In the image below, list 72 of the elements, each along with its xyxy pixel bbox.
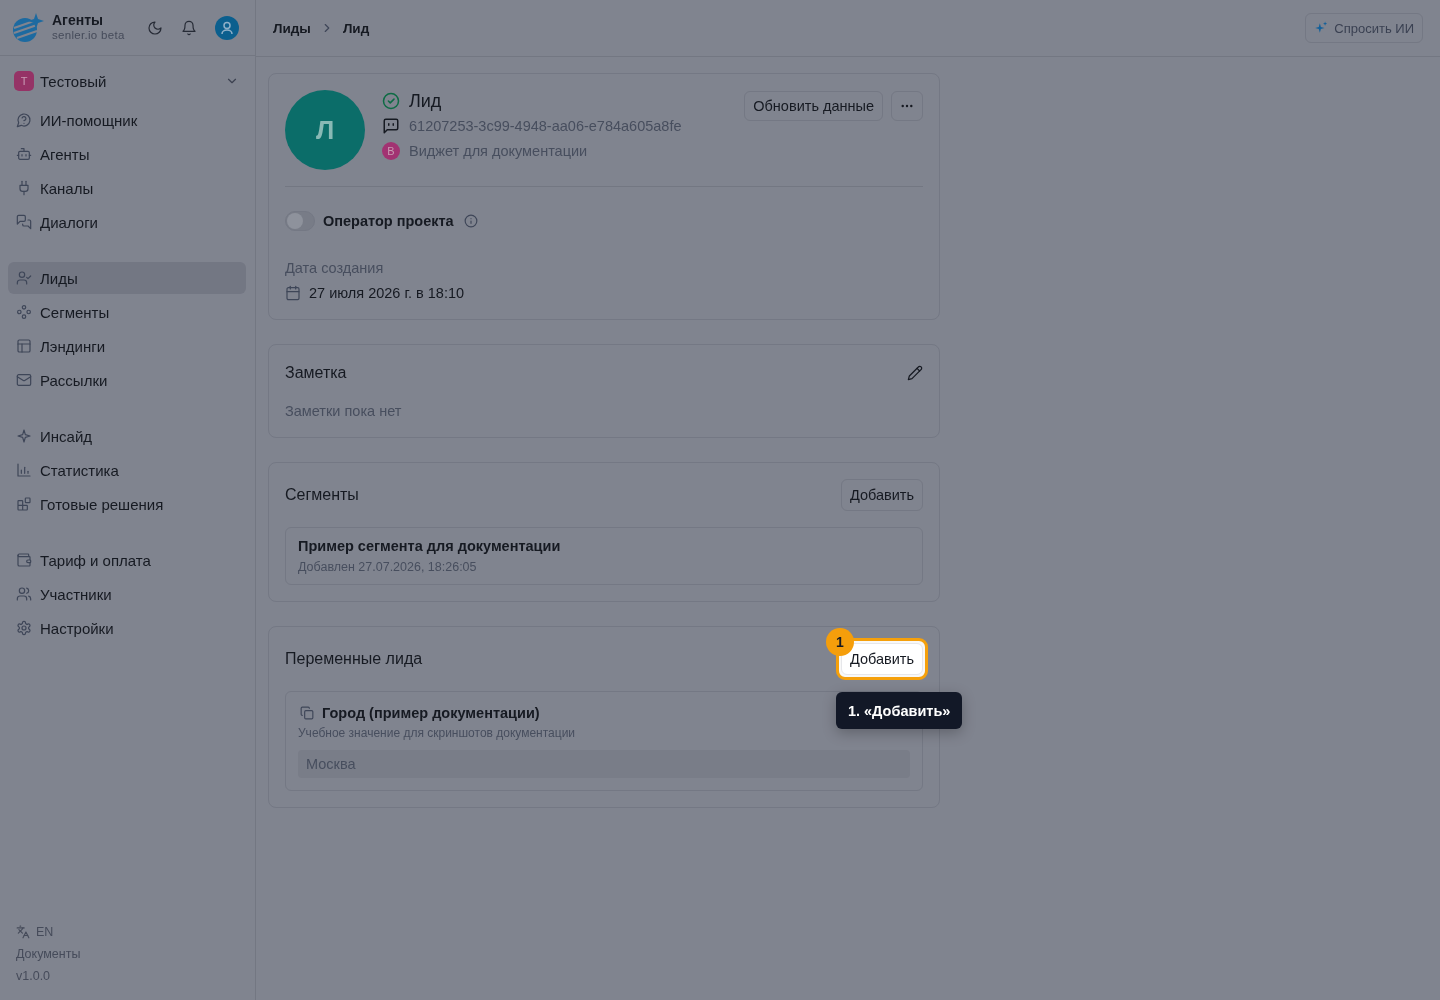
docs-link[interactable]: Документы — [16, 945, 81, 963]
nav-item[interactable]: Лэндинги — [8, 330, 246, 362]
created-date: 27 июля 2026 г. в 18:10 — [309, 284, 465, 303]
sparkle-icon — [16, 428, 32, 444]
card-title: Сегменты — [285, 486, 359, 504]
version-label: v1.0.0 — [16, 968, 51, 985]
card-title: Переменные лида — [285, 650, 423, 668]
source-name: Виджет для документации — [409, 143, 588, 159]
created-label: Дата создания — [285, 259, 384, 278]
copy-icon[interactable] — [300, 706, 314, 720]
workspace-badge: Т — [14, 71, 34, 91]
bar-chart-icon — [16, 462, 32, 478]
translate-icon — [16, 925, 30, 939]
brand-title: Агенты — [52, 13, 104, 29]
user-avatar-icon[interactable] — [215, 15, 239, 40]
nodes-icon — [16, 304, 32, 320]
workspace-selector[interactable]: Т Тестовый — [14, 71, 241, 91]
brand-subtitle: senler.io beta — [52, 29, 125, 42]
variable-description: Учебное значение для скриншотов документации — [298, 726, 576, 740]
tour-tooltip: 1. «Добавить» — [835, 692, 963, 729]
nav-item[interactable]: Участники — [8, 578, 246, 610]
lead-name: Лид — [409, 90, 442, 112]
sparkles-icon — [1314, 21, 1329, 35]
nav-item[interactable]: Инсайд — [8, 420, 246, 452]
nav-item[interactable]: Настройки — [8, 612, 246, 644]
breadcrumb-link[interactable]: Лиды — [273, 20, 311, 36]
robot-icon — [16, 146, 32, 162]
segment-item[interactable]: Пример сегмента для документации Добавлен 27.07.2026, 18:26:05 — [285, 527, 923, 585]
nav-item[interactable]: Готовые решения — [8, 488, 246, 520]
edit-icon[interactable] — [907, 365, 923, 381]
toggle-switch[interactable] — [285, 211, 315, 231]
source-badge: В — [382, 142, 400, 160]
variable-name: Город (пример документации) — [322, 704, 540, 722]
lead-avatar: Л — [285, 90, 365, 170]
nav-item[interactable]: Тариф и оплата — [8, 544, 246, 576]
nav-item[interactable]: Сегменты — [8, 296, 246, 328]
info-icon[interactable] — [463, 214, 478, 228]
nav-item[interactable]: Каналы — [8, 172, 246, 204]
nav-item[interactable]: Агенты — [8, 138, 246, 170]
chat-bubbles-icon — [16, 214, 32, 230]
user-check-icon — [16, 270, 32, 286]
toggle-label: Оператор проекта — [323, 213, 454, 229]
empty-note-text: Заметки пока нет — [285, 402, 402, 421]
nav-item[interactable]: Лиды — [8, 262, 246, 294]
nav-item[interactable]: Статистика — [8, 454, 246, 486]
check-circle-icon — [382, 92, 400, 110]
nav-item[interactable]: ИИ-помощник — [8, 104, 246, 136]
moon-icon[interactable] — [147, 19, 163, 36]
more-icon — [901, 104, 913, 108]
workspace-name: Тестовый — [40, 72, 107, 90]
wallet-icon — [16, 552, 32, 568]
users-icon — [16, 586, 32, 602]
settings-icon — [16, 620, 32, 636]
logo-icon — [12, 11, 44, 44]
segment-date: Добавлен 27.07.2026, 18:26:05 — [298, 559, 477, 575]
lead-id: 61207253-3c99-4948-aa06-e784a605a8fe — [409, 118, 682, 134]
blocks-icon — [16, 496, 32, 512]
plug-icon — [16, 180, 32, 196]
nav-item[interactable]: Рассылки — [8, 364, 246, 396]
breadcrumb-current: Лид — [342, 20, 370, 36]
layout-icon — [16, 338, 32, 354]
nav-item[interactable]: Диалоги — [8, 206, 246, 238]
card-title: Заметка — [285, 364, 347, 382]
bell-icon[interactable] — [181, 19, 197, 36]
ask-ai-button[interactable]: Спросить ИИ — [1305, 13, 1423, 43]
calendar-icon — [285, 285, 301, 301]
add-button[interactable]: Добавить — [840, 479, 923, 511]
envelope-icon — [16, 372, 32, 388]
segment-name: Пример сегмента для документации — [298, 537, 561, 555]
refresh-button[interactable]: Обновить данные — [744, 91, 883, 121]
step-badge: 1 — [825, 628, 854, 656]
question-bubble-icon — [16, 112, 32, 128]
